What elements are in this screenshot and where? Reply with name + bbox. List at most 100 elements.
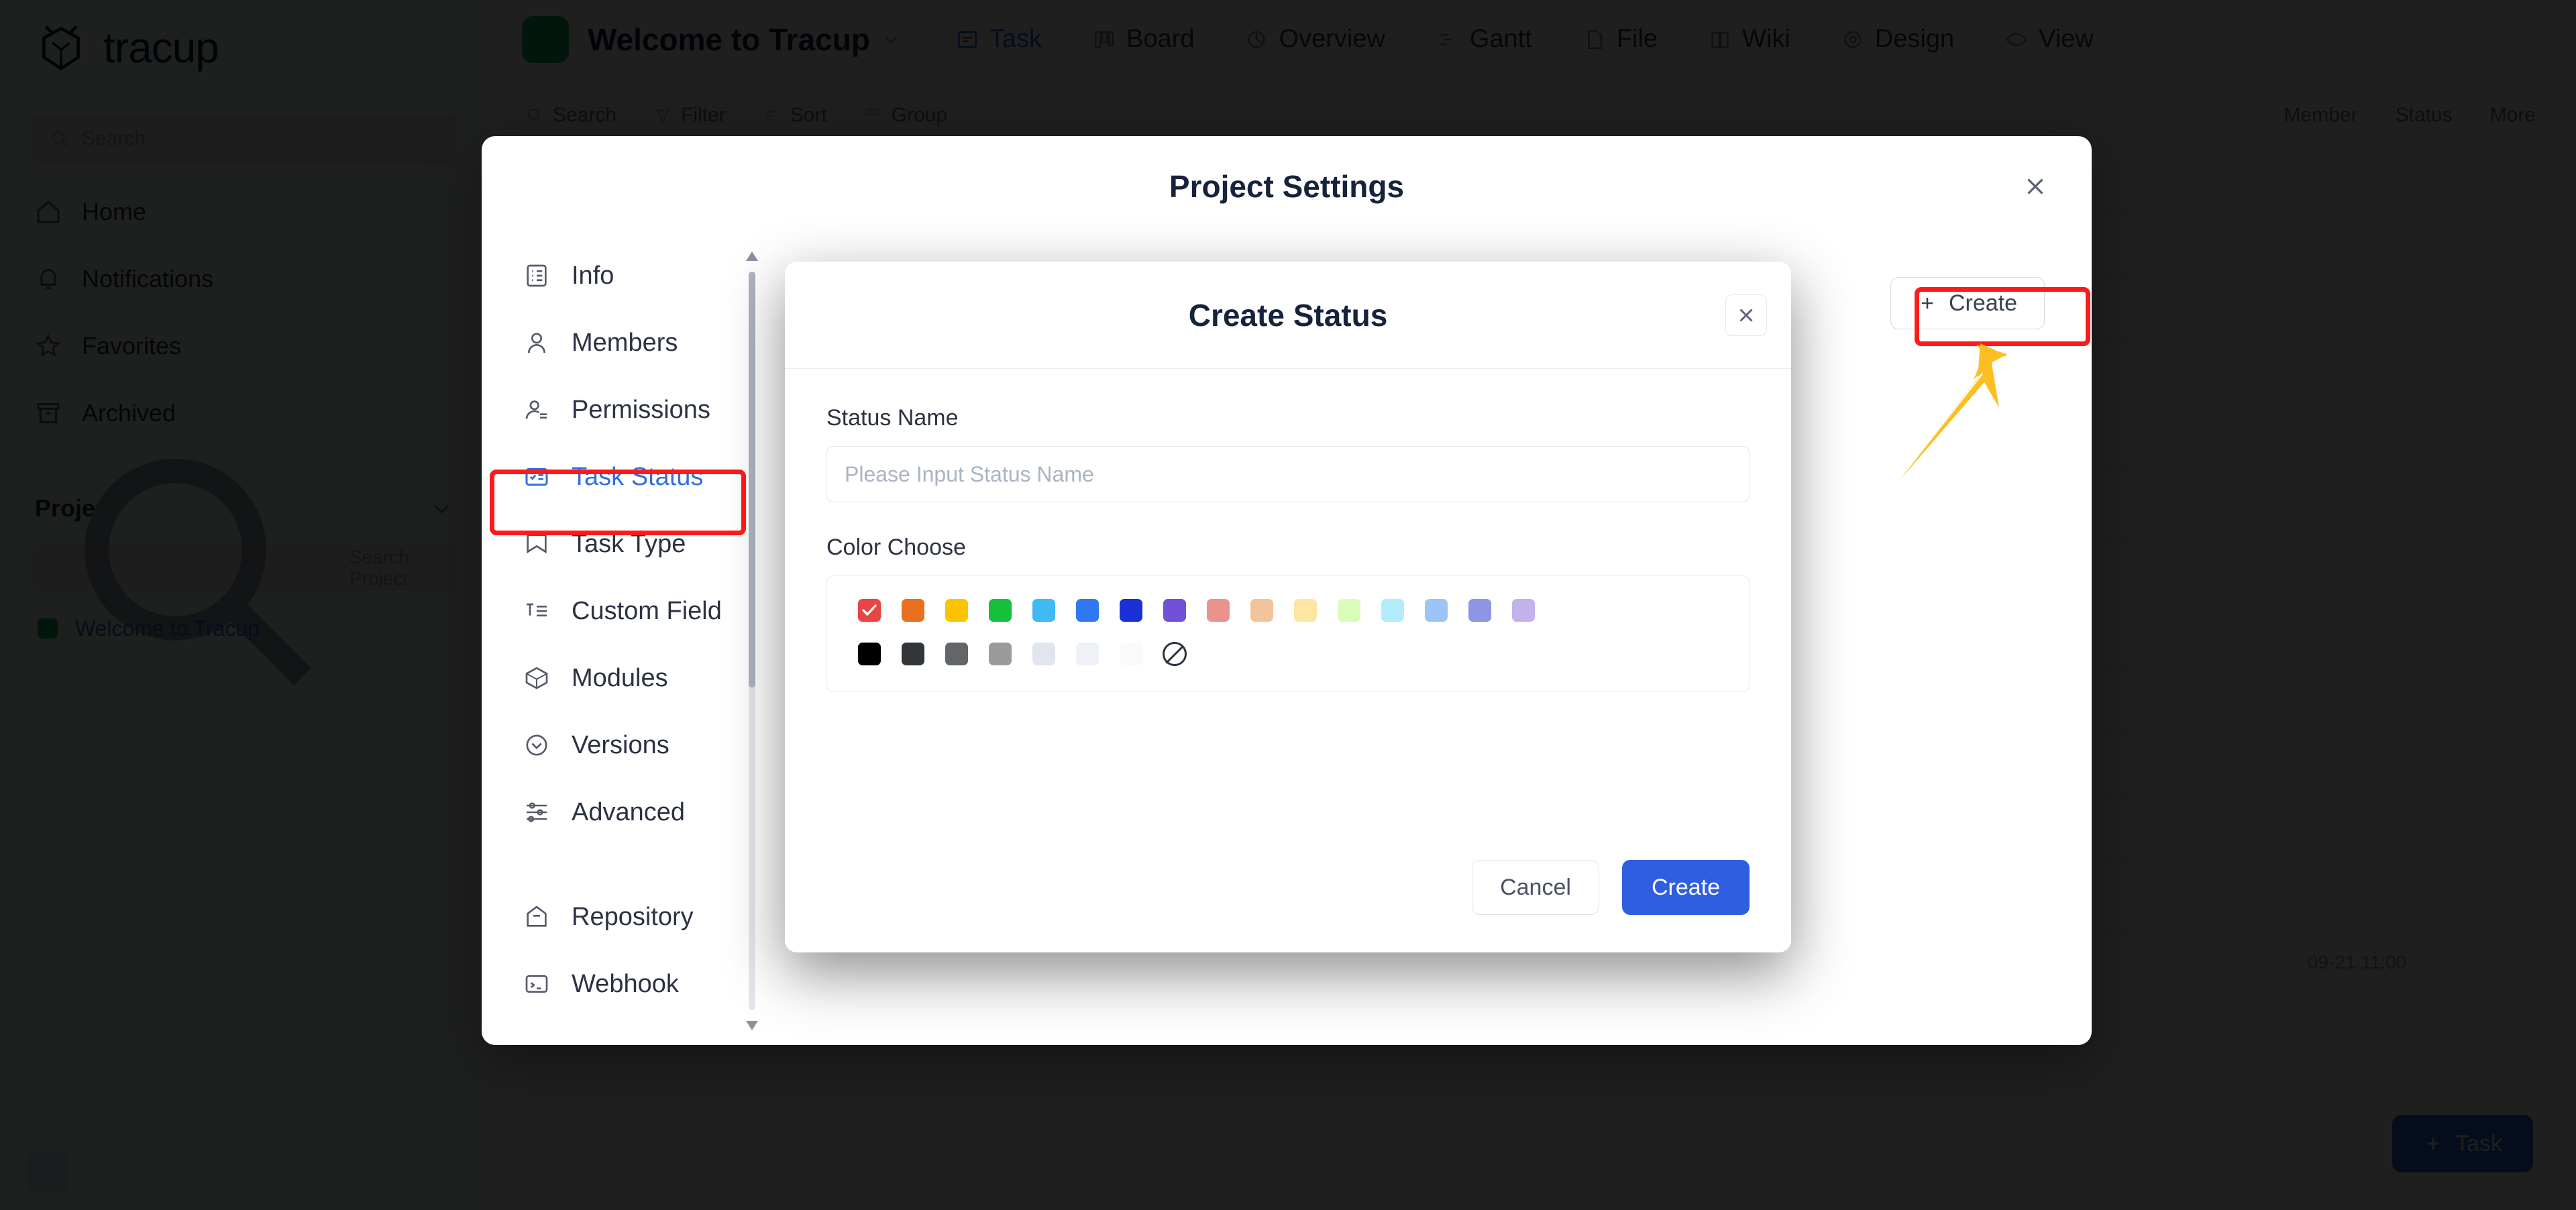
color-swatch-green[interactable]: [978, 599, 1022, 622]
color-chip: [945, 599, 968, 622]
version-icon: [523, 732, 550, 759]
color-chip: [1120, 599, 1142, 622]
color-chip: [1381, 599, 1404, 622]
color-swatch-light-purple[interactable]: [1501, 599, 1545, 622]
sidebar-item-task-type[interactable]: Task Type: [482, 510, 770, 578]
sidebar-item-label: Task Status: [572, 463, 703, 492]
color-swatch-sky[interactable]: [1022, 599, 1065, 622]
color-swatch-blue[interactable]: [1065, 599, 1109, 622]
sidebar-item-label: Advanced: [572, 798, 685, 827]
color-swatch-gray[interactable]: [978, 643, 1022, 665]
color-chip: [1207, 599, 1230, 622]
color-swatch-periwinkle[interactable]: [1458, 599, 1501, 622]
close-icon[interactable]: [1725, 294, 1767, 336]
task-status-icon: [523, 463, 550, 490]
repository-icon: [523, 903, 550, 930]
color-chip: [858, 599, 881, 622]
color-chip: [1468, 599, 1491, 622]
color-palette-row-1: [847, 599, 1729, 622]
color-swatch-salmon[interactable]: [1196, 599, 1240, 622]
status-name-label: Status Name: [826, 405, 1750, 431]
sidebar-item-label: Modules: [572, 664, 668, 693]
no-color-icon: [1163, 642, 1187, 666]
plus-icon: [1918, 294, 1937, 313]
sidebar-item-versions[interactable]: Versions: [482, 712, 770, 779]
scroll-up-arrow-icon[interactable]: [746, 249, 758, 261]
project-settings-nav: Info Members Permissions: [482, 237, 770, 1045]
nav-divider-gap: [482, 846, 770, 883]
color-chip: [1032, 599, 1055, 622]
close-glyph-icon: [1735, 304, 1758, 327]
sidebar-item-custom-field[interactable]: Custom Field: [482, 578, 770, 645]
color-swatch-red[interactable]: [847, 599, 891, 622]
close-glyph-icon: [2021, 172, 2049, 201]
check-icon: [861, 604, 877, 616]
spacer: [826, 502, 1750, 535]
color-swatch-light-blue[interactable]: [1414, 599, 1458, 622]
color-swatch-charcoal[interactable]: [891, 643, 934, 665]
color-chip: [1076, 599, 1099, 622]
color-swatch-amber[interactable]: [934, 599, 978, 622]
color-swatch-light-cyan[interactable]: [1371, 599, 1414, 622]
scroll-down-arrow-icon[interactable]: [746, 1021, 758, 1033]
color-swatch-near-white[interactable]: [1109, 643, 1152, 665]
sidebar-item-modules[interactable]: Modules: [482, 645, 770, 712]
webhook-icon: [523, 971, 550, 997]
sidebar-item-permissions[interactable]: Permissions: [482, 376, 770, 443]
create-status-button[interactable]: Create: [1890, 277, 2045, 329]
sidebar-item-webhook[interactable]: Webhook: [482, 950, 770, 1018]
color-chip: [1294, 599, 1317, 622]
sidebar-item-label: Webhook: [572, 970, 679, 999]
sidebar-item-members[interactable]: Members: [482, 309, 770, 376]
sliders-icon: [523, 799, 550, 826]
annotation-arrow-icon: [1892, 335, 2039, 490]
color-palette-row-2: [847, 642, 1729, 666]
color-chip: [1120, 643, 1142, 665]
color-chip: [1338, 599, 1360, 622]
sidebar-item-label: Permissions: [572, 396, 710, 425]
sidebar-item-label: Versions: [572, 731, 669, 760]
sidebar-item-label: Task Type: [572, 530, 686, 559]
color-chip: [902, 599, 924, 622]
create-status-footer: Cancel Create: [785, 836, 1791, 952]
color-palette: [826, 575, 1750, 692]
color-chip: [1512, 599, 1535, 622]
color-swatch-violet[interactable]: [1152, 599, 1196, 622]
scrollbar-thumb[interactable]: [749, 272, 755, 688]
sidebar-item-task-status[interactable]: Task Status: [482, 443, 770, 510]
cancel-button[interactable]: Cancel: [1472, 860, 1599, 915]
sidebar-item-label: Repository: [572, 903, 694, 932]
sidebar-item-info[interactable]: Info: [482, 242, 770, 309]
color-swatch-light-green[interactable]: [1327, 599, 1371, 622]
create-status-dialog: Create Status Status Name Color Choose C…: [785, 262, 1791, 952]
project-settings-header: Project Settings: [482, 136, 2092, 237]
color-chip: [1032, 643, 1055, 665]
sidebar-item-label: Members: [572, 329, 678, 358]
sidebar-item-advanced[interactable]: Advanced: [482, 779, 770, 846]
color-swatch-light-yellow[interactable]: [1283, 599, 1327, 622]
status-name-input[interactable]: [826, 446, 1750, 502]
settings-nav-scrollbar[interactable]: [746, 249, 758, 1033]
color-swatch-indigo[interactable]: [1109, 599, 1152, 622]
create-button[interactable]: Create: [1622, 860, 1750, 915]
color-swatch-lighter-gray[interactable]: [1065, 643, 1109, 665]
color-chip: [858, 643, 881, 665]
color-swatch-peach[interactable]: [1240, 599, 1283, 622]
color-swatch-light-gray[interactable]: [1022, 643, 1065, 665]
info-list-icon: [523, 262, 550, 289]
color-chip: [902, 643, 924, 665]
color-swatch-black[interactable]: [847, 643, 891, 665]
create-status-button-label: Create: [1949, 290, 2017, 317]
color-chip: [945, 643, 968, 665]
cube-icon: [523, 665, 550, 692]
color-chip: [989, 643, 1012, 665]
color-swatch-orange[interactable]: [891, 599, 934, 622]
close-icon[interactable]: [2017, 168, 2054, 205]
color-swatch-dark-gray[interactable]: [934, 643, 978, 665]
tag-icon: [523, 531, 550, 557]
sidebar-item-label: Info: [572, 262, 614, 290]
sidebar-item-repository[interactable]: Repository: [482, 883, 770, 950]
color-chip: [989, 599, 1012, 622]
color-swatch-no-color[interactable]: [1152, 642, 1196, 666]
create-status-header: Create Status: [785, 262, 1791, 369]
